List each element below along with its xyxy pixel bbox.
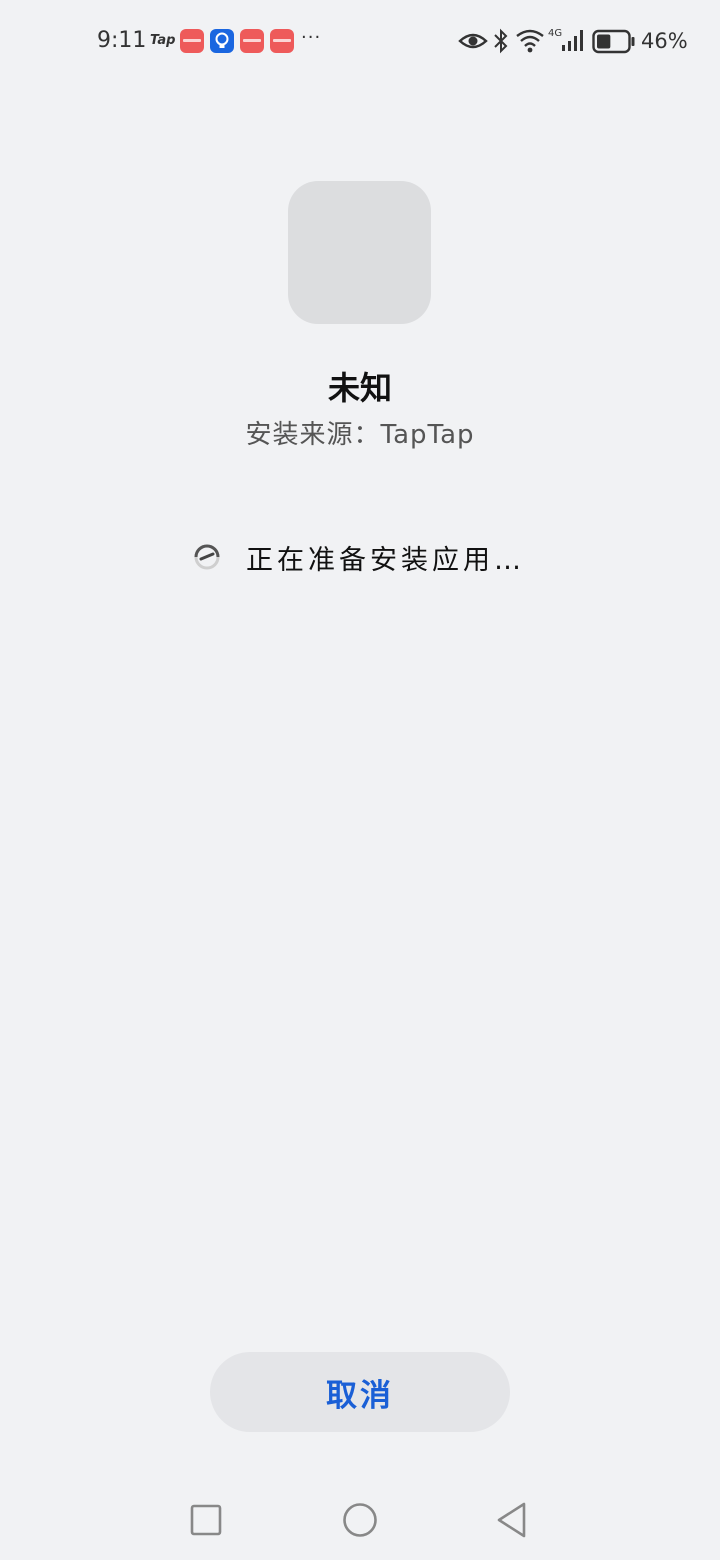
home-button[interactable] — [330, 1490, 390, 1550]
bulb-app-icon — [210, 29, 234, 53]
eye-icon — [458, 33, 488, 49]
status-bar: 9:11 Tap ··· 4G 46% — [0, 0, 720, 84]
battery-percent: 46% — [641, 29, 688, 53]
progress-text: 正在准备安装应用… — [246, 544, 525, 576]
more-notifications-icon: ··· — [301, 27, 322, 48]
wifi-icon — [516, 29, 544, 53]
install-progress-row: 正在准备安装应用… — [192, 537, 525, 577]
recents-button[interactable] — [176, 1490, 236, 1550]
huawei-appgallery-icon — [270, 29, 294, 53]
loading-spinner-icon — [194, 544, 220, 570]
install-source: 安装来源：TapTap — [245, 420, 475, 450]
cancel-button[interactable]: 取消 — [210, 1352, 510, 1432]
navigation-bar — [0, 1490, 720, 1550]
app-icon-placeholder — [288, 181, 431, 324]
home-circle-icon — [343, 1503, 377, 1537]
signal-icon — [562, 30, 583, 51]
huawei-appgallery-icon — [240, 29, 264, 53]
battery-icon — [592, 29, 635, 54]
app-name: 未知 — [327, 369, 392, 407]
status-time: 9:11 — [97, 28, 147, 53]
taptap-icon: Tap — [150, 33, 176, 48]
back-triangle-icon — [497, 1502, 526, 1538]
back-button[interactable] — [482, 1490, 542, 1550]
huawei-appgallery-icon — [180, 29, 204, 53]
recents-square-icon — [190, 1504, 222, 1536]
bluetooth-icon — [494, 28, 508, 54]
